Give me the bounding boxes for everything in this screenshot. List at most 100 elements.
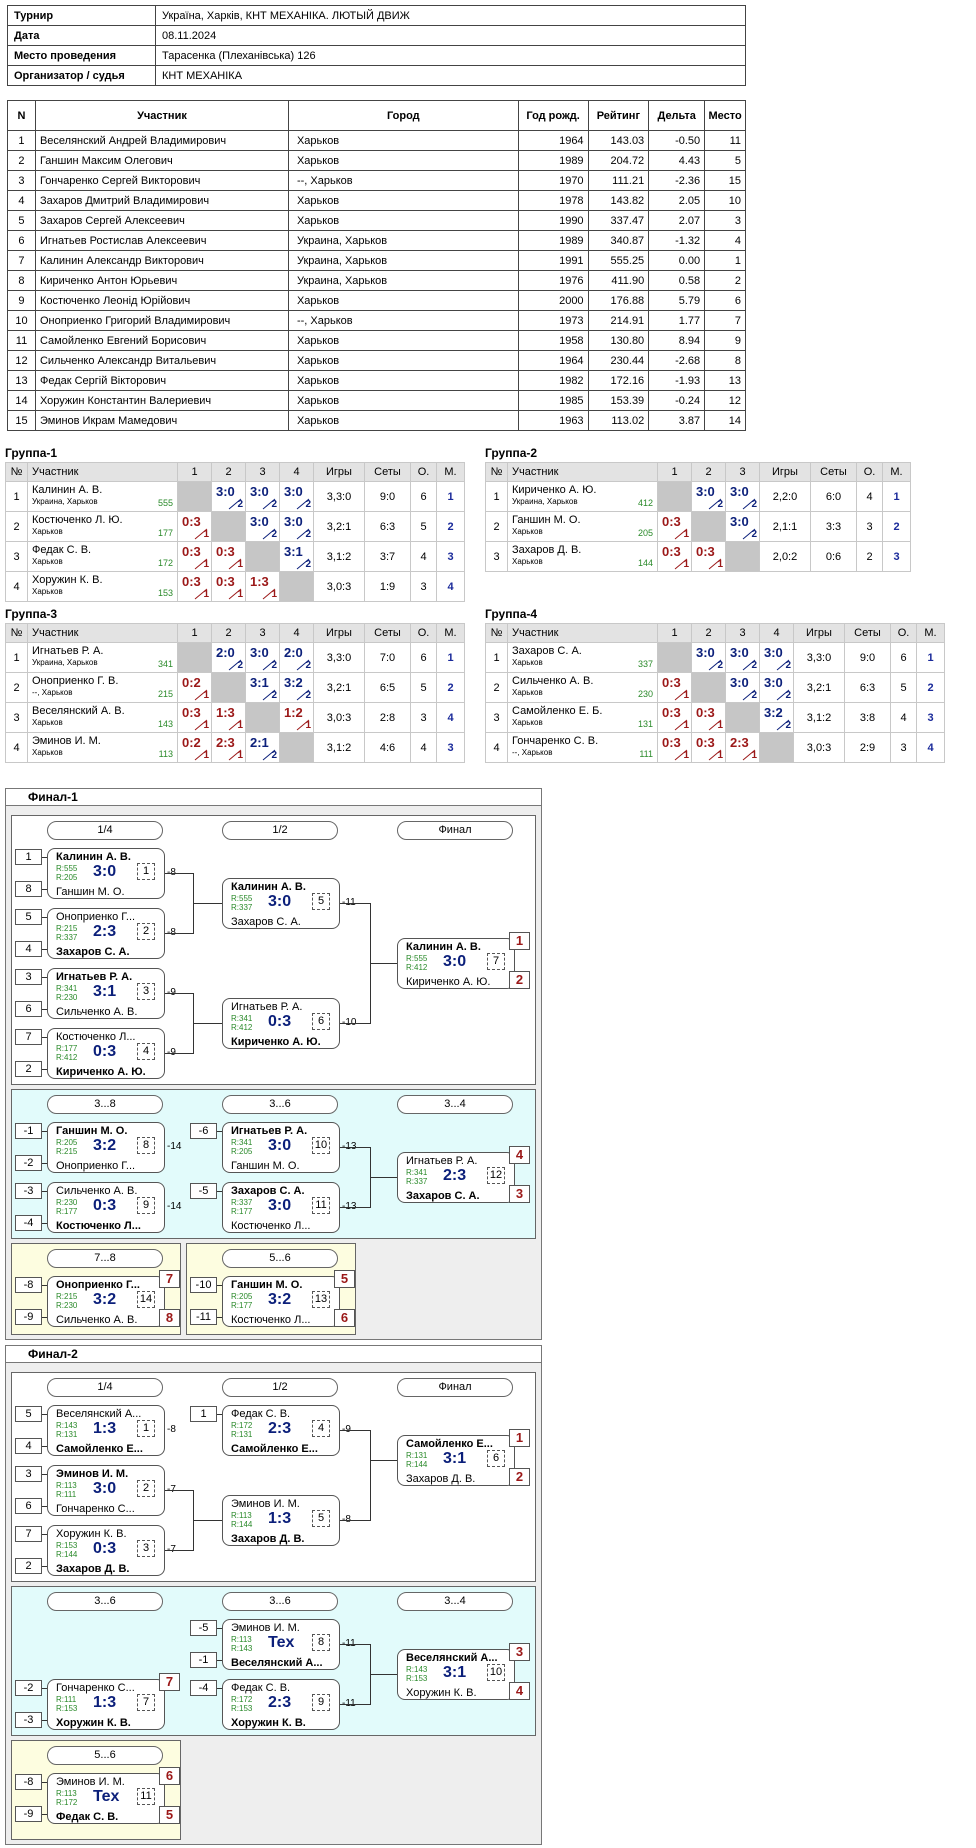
match-box[interactable]: Федак С. В. R:172 R:131 2:3 4 Самойленко Е...: [222, 1405, 340, 1456]
match-box[interactable]: Оноприенко Г... R:215 R:337 2:3 2 Захаров С. …: [47, 908, 165, 959]
group-score-cell[interactable]: 2:3 1: [725, 732, 760, 763]
match-box[interactable]: Гончаренко С... R:111 R:153 1:3 7 Хоружин К. …: [47, 1679, 165, 1730]
group-participant[interactable]: Самойленко Е. Б. Харьков 131: [507, 702, 658, 733]
group-score-cell[interactable]: 3:0 2: [211, 481, 246, 512]
group-score-cell[interactable]: 0:3 1: [691, 541, 726, 572]
group-score-cell[interactable]: 0:2 1: [177, 672, 212, 703]
participant-rating: 131: [637, 719, 653, 729]
bracket-line: [340, 1147, 370, 1148]
group-score-cell[interactable]: 0:3 1: [657, 702, 692, 733]
group-score-cell[interactable]: 3:2 2: [759, 702, 794, 733]
group-score-cell[interactable]: 3:0 2: [725, 511, 760, 542]
group-participant[interactable]: Кириченко А. Ю. Украина, Харьков 412: [507, 481, 658, 512]
match-box[interactable]: Костюченко Л... R:177 R:412 0:3 4 Кириченко А…: [47, 1028, 165, 1079]
group-score-cell[interactable]: 2:1 2: [245, 732, 280, 763]
group-table: № Участник 1 2 3 Игры Сеты О. М. 1 Кириченко А. Ю.…: [485, 462, 911, 572]
player-cell: 411.90: [587, 270, 650, 291]
group-score-cell[interactable]: 0:3 1: [657, 511, 692, 542]
group-score-cell[interactable]: 3:1 2: [279, 541, 314, 572]
group-score-cell[interactable]: 3:0 2: [725, 642, 760, 673]
final-place: 3: [509, 1643, 530, 1661]
match-box[interactable]: Федак С. В. R:172 R:153 2:3 9 Хоружин К. В.: [222, 1679, 340, 1730]
group-score-cell[interactable]: 1:2 1: [279, 702, 314, 733]
group-participant[interactable]: Сильченко А. В. Харьков 230: [507, 672, 658, 703]
match-box[interactable]: Оноприенко Г... R:215 R:230 3:2 14 Сильченко …: [47, 1276, 165, 1327]
group-participant[interactable]: Калинин А. В. Украина, Харьков 555: [27, 481, 178, 512]
group-score-cell[interactable]: 3:0 2: [279, 511, 314, 542]
group-score-cell[interactable]: 3:0 2: [725, 481, 760, 512]
group-participant[interactable]: Оноприенко Г. В. --, Харьков 215: [27, 672, 178, 703]
group-participant[interactable]: Хоружин К. В. Харьков 153: [27, 571, 178, 602]
group-col-header: О.: [856, 462, 883, 482]
match-box[interactable]: Сильченко А. В. R:230 R:177 0:3 9 Костюченко …: [47, 1182, 165, 1233]
group-score-cell[interactable]: 0:3 1: [211, 541, 246, 572]
group-score-cell[interactable]: 0:3 1: [177, 541, 212, 572]
match-box[interactable]: Игнатьев Р. А. R:341 R:412 0:3 6 Кириченко А.…: [222, 998, 340, 1049]
bracket-line: [340, 1520, 370, 1521]
score-digit: 1: [305, 720, 311, 731]
match-box[interactable]: Ганшин М. О. R:205 R:177 3:2 13 Костюченко Л.…: [222, 1276, 340, 1327]
group-score-cell[interactable]: 3:0 2: [245, 642, 280, 673]
group-score-cell[interactable]: 3:1 2: [245, 672, 280, 703]
group-participant[interactable]: Захаров Д. В. Харьков 144: [507, 541, 658, 572]
group-score-cell[interactable]: 3:0 2: [759, 672, 794, 703]
match-box[interactable]: Игнатьев Р. А. R:341 R:230 3:1 3 Сильченко А.…: [47, 968, 165, 1019]
group-score-cell[interactable]: 0:3 1: [177, 702, 212, 733]
group-score-cell[interactable]: 0:3 1: [657, 672, 692, 703]
group-score-cell[interactable]: 0:3 1: [177, 571, 212, 602]
group-participant[interactable]: Захаров С. А. Харьков 337: [507, 642, 658, 673]
group-score-cell[interactable]: 0:3 1: [657, 541, 692, 572]
group-self-cell: [725, 541, 760, 572]
group-score-cell[interactable]: 0:3 1: [657, 732, 692, 763]
match-rating-2: R:230: [56, 1301, 78, 1310]
match-box[interactable]: Эминов И. М. R:113 R:172 Tex 11 Федак С. В.: [47, 1773, 165, 1824]
match-box[interactable]: Ганшин М. О. R:205 R:215 3:2 8 Оноприенко Г..…: [47, 1122, 165, 1173]
score: 0:3: [662, 514, 681, 529]
match-box[interactable]: Калинин А. В. R:555 R:337 3:0 5 Захаров С. А.: [222, 878, 340, 929]
group-participant[interactable]: Костюченко Л. Ю. Харьков 177: [27, 511, 178, 542]
match-box[interactable]: Эминов И. М. R:113 R:143 Tex 8 Веселянский А.…: [222, 1619, 340, 1670]
group-score-cell[interactable]: 0:3 1: [691, 732, 726, 763]
score-digit: 1: [237, 559, 243, 570]
match-box[interactable]: Игнатьев Р. А. R:341 R:205 3:0 10 Ганшин М. О…: [222, 1122, 340, 1173]
group-score-cell[interactable]: 2:0 2: [211, 642, 246, 673]
group-participant[interactable]: Федак С. В. Харьков 172: [27, 541, 178, 572]
match-box[interactable]: Эминов И. М. R:113 R:144 1:3 5 Захаров Д. В.: [222, 1495, 340, 1546]
group-pts: 3: [890, 732, 917, 763]
group-participant[interactable]: Веселянский А. В. Харьков 143: [27, 702, 178, 733]
group-score-cell[interactable]: 0:2 1: [177, 732, 212, 763]
match-rating-2: R:205: [56, 873, 78, 882]
group-participant[interactable]: Игнатьев Р. А. Украина, Харьков 341: [27, 642, 178, 673]
match-box[interactable]: Калинин А. В. R:555 R:205 3:0 1 Ганшин М. О.: [47, 848, 165, 899]
group-score-cell[interactable]: 3:0 2: [725, 672, 760, 703]
group-score-cell[interactable]: 2:3 1: [211, 732, 246, 763]
match-box[interactable]: Самойленко Е... R:131 R:144 3:1 6 Захаров Д. …: [397, 1435, 515, 1486]
score-digit: 1: [237, 720, 243, 731]
group-score-cell[interactable]: 0:3 1: [691, 702, 726, 733]
bracket-line: [217, 1131, 222, 1132]
group-score-cell[interactable]: 1:3 1: [245, 571, 280, 602]
group-participant[interactable]: Ганшин М. О. Харьков 205: [507, 511, 658, 542]
group-score-cell[interactable]: 0:3 1: [177, 511, 212, 542]
match-box[interactable]: Эминов И. М. R:113 R:111 3:0 2 Гончаренко С..…: [47, 1465, 165, 1516]
score-digit: 1: [683, 720, 689, 731]
group-score-cell[interactable]: 2:0 2: [279, 642, 314, 673]
match-box[interactable]: Хоружин К. В. R:153 R:144 0:3 3 Захаров Д. В.: [47, 1525, 165, 1576]
group-score-cell[interactable]: 3:0 2: [691, 481, 726, 512]
match-box[interactable]: Калинин А. В. R:555 R:412 3:0 7 Кириченко А. …: [397, 938, 515, 989]
group-score-cell[interactable]: 3:2 2: [279, 672, 314, 703]
group-score-cell[interactable]: 3:0 2: [279, 481, 314, 512]
group-participant[interactable]: Эминов И. М. Харьков 113: [27, 732, 178, 763]
group-participant[interactable]: Гончаренко С. В. --, Харьков 111: [507, 732, 658, 763]
match-box[interactable]: Веселянский А... R:143 R:153 3:1 10 Хоружин К…: [397, 1649, 515, 1700]
group-score-cell[interactable]: 3:0 2: [759, 642, 794, 673]
group-score-cell[interactable]: 0:3 1: [211, 571, 246, 602]
group-score-cell[interactable]: 3:0 2: [691, 642, 726, 673]
group-score-cell[interactable]: 3:0 2: [245, 511, 280, 542]
match-box[interactable]: Веселянский А... R:143 R:131 1:3 1 Самойленко…: [47, 1405, 165, 1456]
match-box[interactable]: Захаров С. А. R:337 R:177 3:0 11 Костюченко Л…: [222, 1182, 340, 1233]
group-score-cell[interactable]: 3:0 2: [245, 481, 280, 512]
match-box[interactable]: Игнатьев Р. А. R:341 R:337 2:3 12 Захаров С. …: [397, 1152, 515, 1203]
group-score-cell[interactable]: 1:3 1: [211, 702, 246, 733]
group-col-header: М.: [916, 623, 945, 643]
